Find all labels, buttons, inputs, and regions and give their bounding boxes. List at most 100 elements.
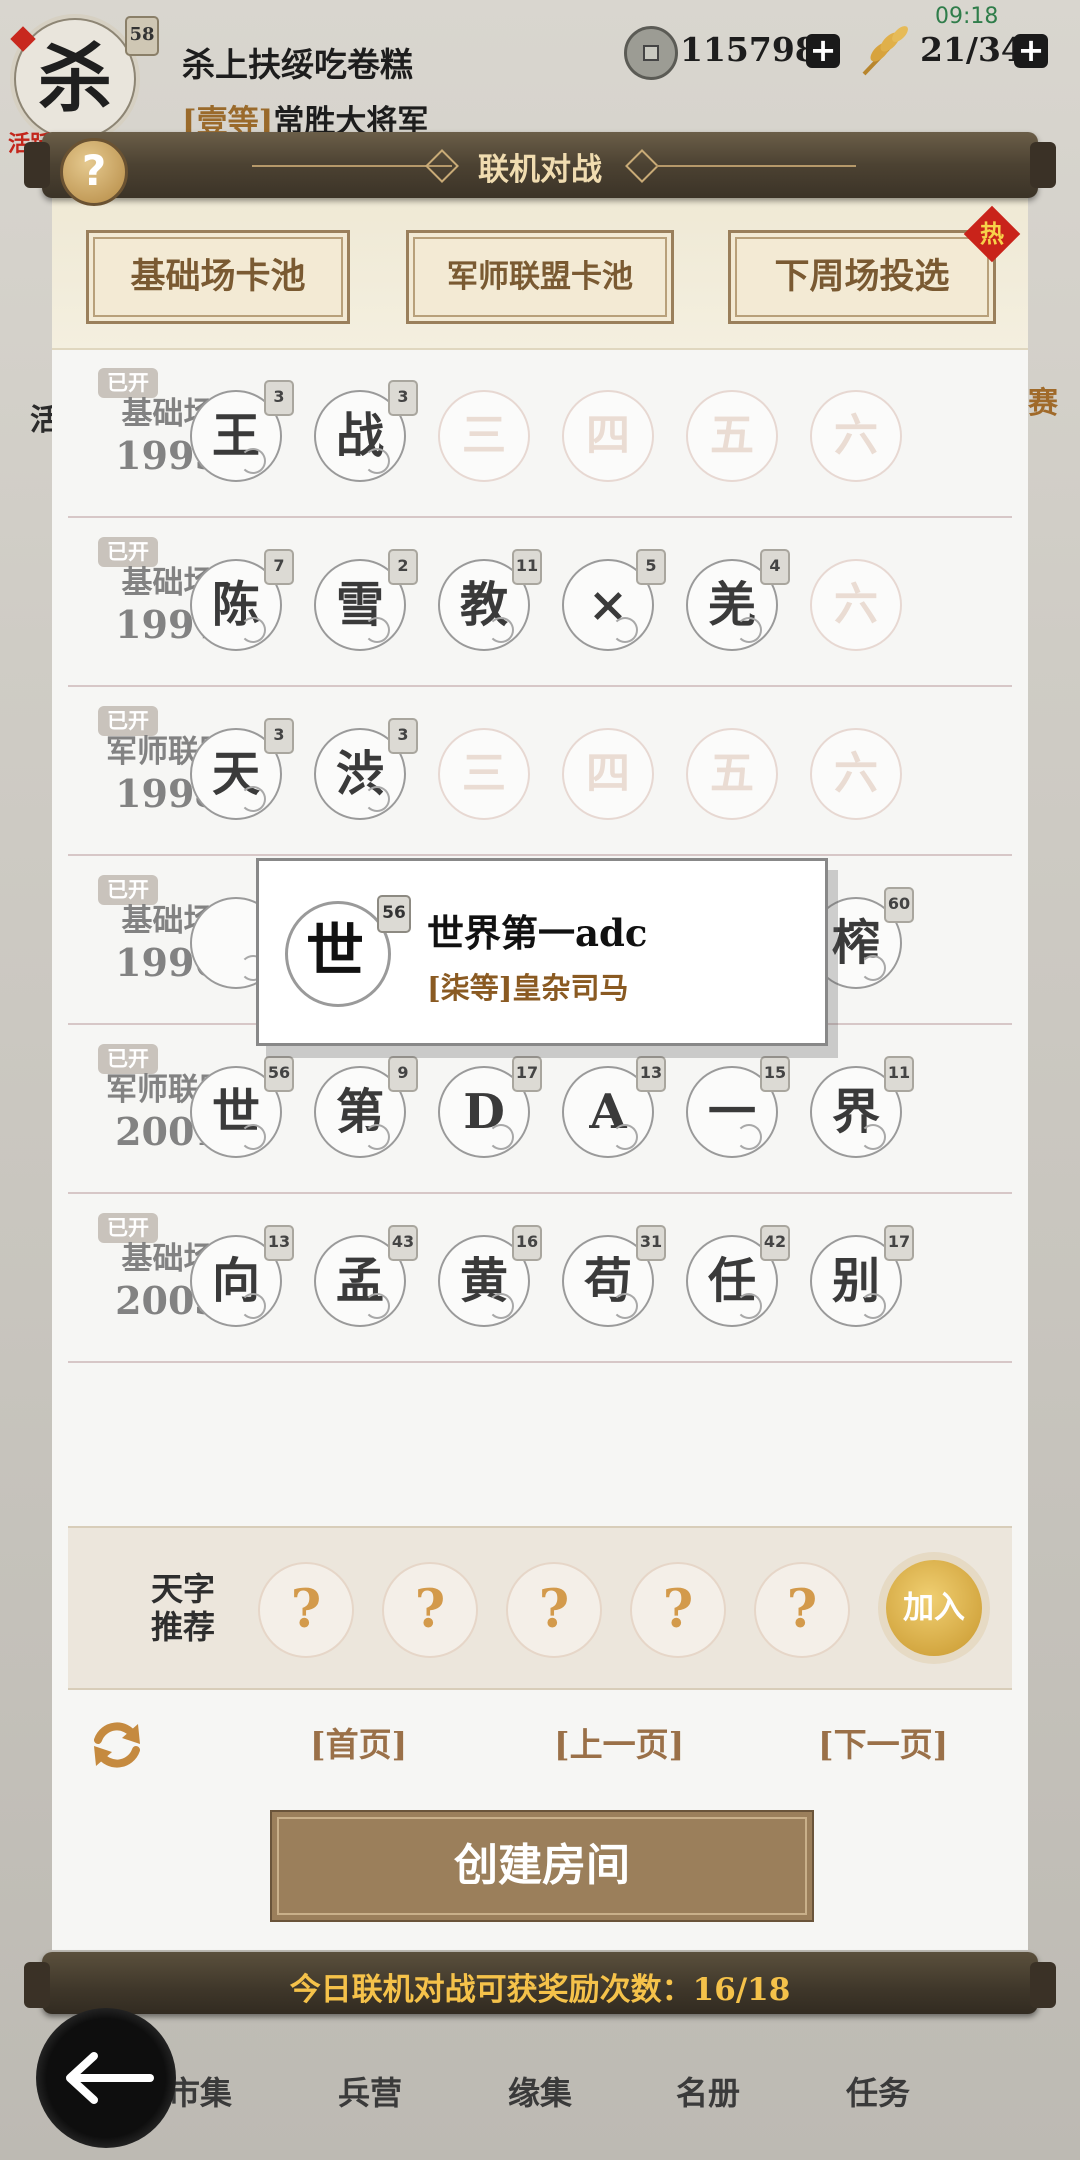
room-seat[interactable]: 六: [810, 390, 902, 482]
dialog-title-scroll: 联机对战: [24, 132, 1056, 198]
first-page-link[interactable]: [首页]: [310, 1718, 407, 1766]
nav-market[interactable]: 市集: [168, 2068, 232, 2114]
seat-swirl-ornament: [488, 1124, 514, 1150]
room-seat[interactable]: 向 13: [190, 1225, 294, 1327]
seat-swirl-ornament: [488, 617, 514, 643]
room-seat[interactable]: 渋3: [314, 718, 418, 820]
room-seat[interactable]: 雪2: [314, 549, 418, 651]
room-seat[interactable]: 六: [810, 559, 902, 651]
room-row[interactable]: 已开 军师联盟 1998 天 3 渋 3 三四五六: [68, 686, 1012, 856]
room-seat[interactable]: 三: [438, 390, 530, 482]
nav-barracks[interactable]: 兵营: [338, 2068, 402, 2114]
seat-level-badge: 3: [388, 380, 418, 416]
room-seat[interactable]: 界 11: [810, 1056, 914, 1158]
reward-scroll: 今日联机对战可获奖励次数：16/18: [24, 1952, 1056, 2014]
seat-swirl-ornament: [240, 786, 266, 812]
seat-swirl-ornament: [364, 617, 390, 643]
room-seat[interactable]: 一 15: [686, 1056, 790, 1158]
seat-level-badge: 31: [636, 1225, 666, 1261]
room-row[interactable]: 已开 基础场 2003 向 13 孟 43 黄 16 苟 31 任 42 别 17: [68, 1193, 1012, 1363]
seat-swirl-ornament: [860, 1293, 886, 1319]
room-seat[interactable]: 五: [686, 728, 778, 820]
room-row[interactable]: 已开 军师联盟 2001 世 56 第 9 D 17 A 13 一 15 界 11: [68, 1024, 1012, 1194]
seat-level-badge: 3: [264, 380, 294, 416]
room-seat[interactable]: 陈7: [190, 549, 294, 651]
recommend-label: 天字 推荐: [128, 1570, 238, 1646]
seat-level-badge: 3: [388, 718, 418, 754]
recommend-slot[interactable]: ?: [258, 1562, 354, 1658]
seat-swirl-ornament: [736, 1124, 762, 1150]
seat-swirl-ornament: [488, 1293, 514, 1319]
room-seat[interactable]: A 13: [562, 1056, 666, 1158]
room-seat[interactable]: D 17: [438, 1056, 542, 1158]
refresh-icon[interactable]: [86, 1714, 148, 1776]
seat-swirl-ornament: [240, 617, 266, 643]
seat-empty-number: 三: [462, 410, 506, 461]
basic-pool-button[interactable]: 基础场卡池: [86, 230, 350, 324]
seat-level-badge: 43: [388, 1225, 418, 1261]
join-button[interactable]: 加入: [886, 1560, 982, 1656]
seat-swirl-ornament: [364, 1124, 390, 1150]
room-seat[interactable]: 四: [562, 728, 654, 820]
next-week-vote-button[interactable]: 下周场投选: [728, 230, 996, 324]
room-seat[interactable]: 别 17: [810, 1225, 914, 1327]
card-pool-bar: 基础场卡池 军师联盟卡池 下周场投选: [52, 198, 1028, 350]
room-seat[interactable]: 五: [686, 390, 778, 482]
room-seat[interactable]: 教 11: [438, 549, 542, 651]
seat-swirl-ornament: [612, 1293, 638, 1319]
create-room-button[interactable]: 创建房间: [270, 1810, 814, 1922]
seat-level-badge: 9: [388, 1056, 418, 1092]
strategist-pool-button[interactable]: 军师联盟卡池: [406, 230, 674, 324]
room-seat[interactable]: 六: [810, 728, 902, 820]
help-button[interactable]: ?: [60, 138, 128, 206]
room-seat[interactable]: 世 56: [190, 1056, 294, 1158]
room-seat[interactable]: 王3: [190, 380, 294, 482]
stamina-count: 21/34: [920, 30, 1024, 69]
nav-collection[interactable]: 缘集: [508, 2068, 572, 2114]
room-seat[interactable]: 第9: [314, 1056, 418, 1158]
room-seat[interactable]: 战3: [314, 380, 418, 482]
seat-empty-number: 六: [834, 748, 878, 799]
status-clock: 09:18: [935, 4, 999, 29]
room-seat[interactable]: 苟 31: [562, 1225, 666, 1327]
seat-level-badge: 17: [512, 1056, 542, 1092]
room-seat[interactable]: 任 42: [686, 1225, 790, 1327]
recommend-slot[interactable]: ?: [630, 1562, 726, 1658]
popup-level-badge: 56: [377, 895, 411, 933]
seat-level-badge: 2: [388, 549, 418, 585]
seat-empty-number: 四: [586, 410, 630, 461]
seat-empty-number: 三: [462, 748, 506, 799]
room-seat[interactable]: 天3: [190, 718, 294, 820]
room-row[interactable]: 已开 基础场 1997 陈 7 雪 2 教 11 × 5 羌 4 六: [68, 517, 1012, 687]
seat-level-badge: 13: [264, 1225, 294, 1261]
nav-roster[interactable]: 名册: [676, 2068, 740, 2114]
add-coins-button[interactable]: +: [806, 34, 840, 68]
recommend-slot[interactable]: ?: [754, 1562, 850, 1658]
player-info-popup: 世 56 世界第一adc [柒等]皇杂司马: [256, 858, 828, 1046]
room-seat[interactable]: 黄 16: [438, 1225, 542, 1327]
room-seat[interactable]: × 5: [562, 549, 666, 651]
prev-page-link[interactable]: [上一页]: [554, 1718, 684, 1766]
seat-swirl-ornament: [364, 1293, 390, 1319]
seat-swirl-ornament: [612, 1124, 638, 1150]
room-seat[interactable]: 三: [438, 728, 530, 820]
recommend-slot[interactable]: ?: [382, 1562, 478, 1658]
room-seat[interactable]: 羌4: [686, 549, 790, 651]
seat-level-badge: 16: [512, 1225, 542, 1261]
seat-level-badge: 60: [884, 887, 914, 923]
seat-empty-number: 六: [834, 579, 878, 630]
add-stamina-button[interactable]: +: [1014, 34, 1048, 68]
recommend-slot[interactable]: ?: [506, 1562, 602, 1658]
nav-tasks[interactable]: 任务: [846, 2068, 910, 2114]
room-seat[interactable]: 四: [562, 390, 654, 482]
background-menu-fragment-right: 赛: [1028, 386, 1058, 421]
next-page-link[interactable]: [下一页]: [818, 1718, 948, 1766]
recommend-label-line2: 推荐: [150, 1608, 215, 1646]
room-seat[interactable]: 孟 43: [314, 1225, 418, 1327]
room-row[interactable]: 已开 基础场 1995 王 3 战 3 三四五六: [68, 348, 1012, 518]
seat-swirl-ornament: [736, 617, 762, 643]
recommend-label-line1: 天字: [150, 1570, 215, 1608]
seat-swirl-ornament: [240, 1293, 266, 1319]
player-level-badge: 58: [125, 16, 159, 56]
seat-empty-number: 四: [586, 748, 630, 799]
